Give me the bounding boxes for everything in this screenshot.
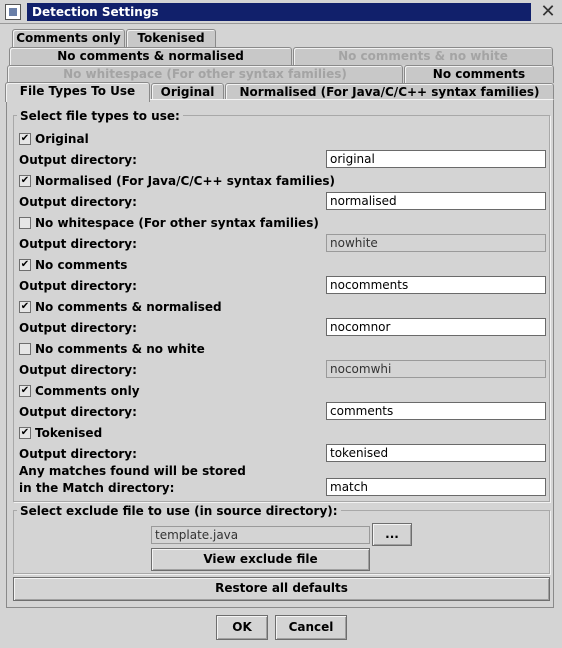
tab-tokenised[interactable]: Tokenised	[126, 29, 216, 47]
checkbox-label: Comments only	[35, 384, 140, 398]
cancel-button[interactable]: Cancel	[275, 615, 347, 640]
output-original-input[interactable]: original	[326, 150, 546, 168]
checkbox-label: No comments & normalised	[35, 300, 222, 314]
checkbox-label: No comments & no white	[35, 342, 205, 356]
checkbox-label: Original	[35, 132, 89, 146]
tab-file-types-to-use[interactable]: File Types To Use	[5, 82, 150, 102]
output-directory-label: Output directory:	[19, 405, 137, 419]
checkbox-label: No comments	[35, 258, 128, 272]
exclude-legend: Select exclude file to use (in source di…	[17, 504, 341, 518]
output-no-whitespace-input: nowhite	[326, 234, 546, 252]
checkbox-box[interactable]: ✔	[19, 427, 31, 439]
output-directory-label: Output directory:	[19, 195, 137, 209]
checkbox-box[interactable]: ✔	[19, 175, 31, 187]
output-comments-only-input[interactable]: comments	[326, 402, 546, 420]
checkbox-label: Tokenised	[35, 426, 103, 440]
checkbox-box[interactable]: ✔	[19, 301, 31, 313]
output-directory-label: Output directory:	[19, 237, 137, 251]
tab-no-comments-normalised[interactable]: No comments & normalised	[9, 47, 292, 65]
tab-comments-only[interactable]: Comments only	[12, 29, 125, 47]
checkbox-box[interactable]	[19, 343, 31, 355]
window-menu-icon[interactable]	[5, 4, 21, 20]
output-normalised-input[interactable]: normalised	[326, 192, 546, 210]
close-icon[interactable]: ✕	[538, 3, 558, 21]
output-directory-label: Output directory:	[19, 321, 137, 335]
output-directory-label: Output directory:	[19, 153, 137, 167]
match-label-line2: in the Match directory:	[19, 481, 175, 495]
tab-no-comments[interactable]: No comments	[404, 65, 554, 83]
output-directory-label: Output directory:	[19, 447, 137, 461]
file-types-legend: Select file types to use:	[17, 109, 183, 123]
checkbox-box[interactable]	[19, 217, 31, 229]
ok-button[interactable]: OK	[216, 615, 268, 640]
view-exclude-file-button[interactable]: View exclude file	[151, 548, 370, 571]
output-no-comments-no-white-input: nocomwhi	[326, 360, 546, 378]
output-no-comments-input[interactable]: nocomments	[326, 276, 546, 294]
checkbox-label: No whitespace (For other syntax families…	[35, 216, 319, 230]
checkbox-label: Normalised (For Java/C/C++ syntax famili…	[35, 174, 335, 188]
checkbox-box[interactable]: ✔	[19, 385, 31, 397]
match-label-line1: Any matches found will be stored	[19, 464, 246, 478]
output-no-comments-normalised-input[interactable]: nocomnor	[326, 318, 546, 336]
browse-button[interactable]: ...	[372, 523, 412, 546]
match-directory-input[interactable]: match	[326, 478, 546, 496]
output-directory-label: Output directory:	[19, 279, 137, 293]
checkbox-box[interactable]: ✔	[19, 259, 31, 271]
restore-defaults-button[interactable]: Restore all defaults	[13, 577, 550, 601]
checkbox-box[interactable]: ✔	[19, 133, 31, 145]
tab-no-whitespace: No whitespace (For other syntax families…	[7, 65, 403, 83]
tab-no-comments-no-white: No comments & no white	[293, 47, 553, 65]
exclude-file-input[interactable]: template.java	[151, 526, 370, 544]
window-title: Detection Settings	[27, 3, 531, 21]
title-bar: Detection Settings ✕	[0, 0, 562, 24]
output-tokenised-input[interactable]: tokenised	[326, 444, 546, 462]
output-directory-label: Output directory:	[19, 363, 137, 377]
